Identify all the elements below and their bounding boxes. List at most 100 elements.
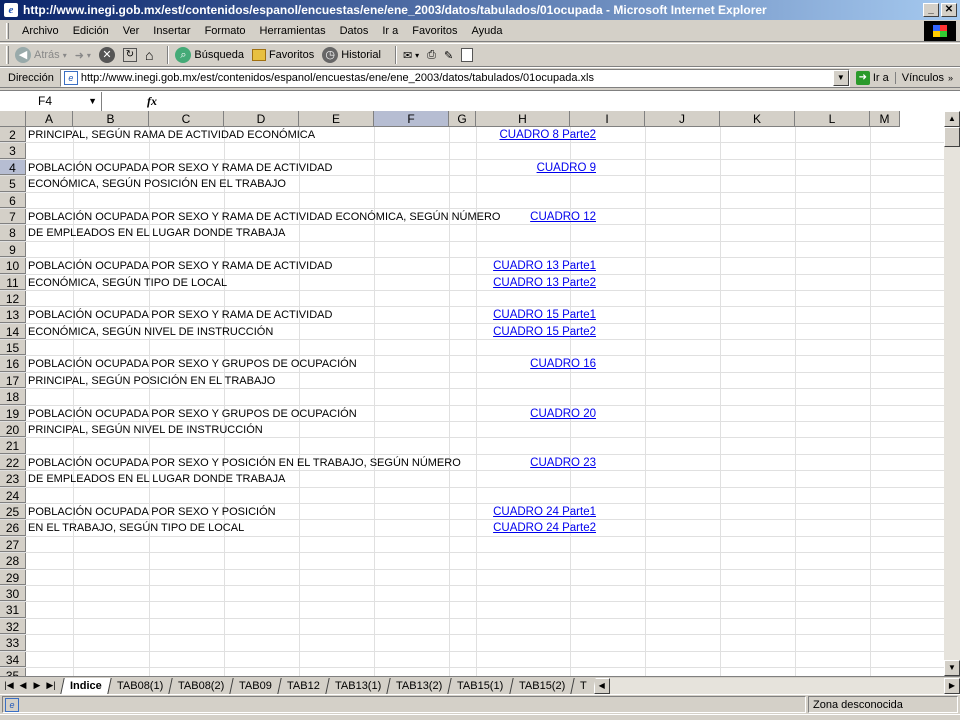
address-input[interactable]: e http://www.inegi.gob.mx/est/contenidos… [59,68,850,87]
mail-button[interactable]: ✉ ▾ [403,49,419,62]
close-button[interactable]: ✕ [941,3,957,17]
next-sheet-icon[interactable]: ▶ [30,680,44,691]
sheet-tab[interactable]: T [570,677,596,694]
row-number[interactable]: 25 [0,503,26,520]
menu-herramientas[interactable]: Herramientas [253,25,333,37]
row-number[interactable]: 33 [0,635,26,651]
cell-text[interactable]: ECONÓMICA, SEGÚN NIVEL DE INSTRUCCIÓN [28,324,273,340]
row-number[interactable]: 3 [0,143,26,159]
column-header[interactable]: G [449,111,476,127]
cuadro-link[interactable]: CUADRO 20 [530,406,596,422]
row-number[interactable]: 26 [0,520,26,536]
cuadro-link[interactable]: CUADRO 16 [530,356,596,372]
sheet-tab[interactable]: TAB15(1) [447,677,513,694]
row-number[interactable]: 32 [0,618,26,635]
cuadro-link[interactable]: CUADRO 15 Parte2 [493,324,596,340]
cuadro-link[interactable]: CUADRO 15 Parte1 [493,307,596,323]
formula-input[interactable] [162,92,960,111]
scroll-down-icon[interactable]: ▼ [944,660,960,676]
select-all-corner[interactable] [0,111,26,127]
row-number[interactable]: 17 [0,372,26,389]
vertical-scrollbar[interactable]: ▲ ▼ [944,111,960,676]
sheet-tab[interactable]: TAB08(1) [107,677,172,694]
cuadro-link[interactable]: CUADRO 24 Parte1 [493,504,596,520]
row-number[interactable]: 27 [0,536,26,553]
sheet-tab-indice[interactable]: Indice [60,677,111,694]
cell-text[interactable]: POBLACIÓN OCUPADA POR SEXO Y RAMA DE ACT… [28,209,500,225]
cuadro-link[interactable]: CUADRO 24 Parte2 [493,520,596,536]
row-number[interactable]: 19 [0,405,26,422]
row-number[interactable]: 34 [0,651,26,667]
row-number[interactable]: 12 [0,290,26,307]
row-number[interactable]: 31 [0,602,26,618]
column-header[interactable]: C [149,111,224,127]
row-number[interactable]: 21 [0,438,26,454]
back-dropdown-icon[interactable]: ▾ [63,51,67,60]
last-sheet-icon[interactable]: ▶| [44,680,58,691]
horizontal-scrollbar[interactable]: ◀ ▶ [593,677,960,694]
row-number[interactable]: 35 [0,667,26,676]
cuadro-link[interactable]: CUADRO 8 Parte2 [499,127,596,143]
column-header[interactable]: D [224,111,299,127]
menu-ayuda[interactable]: Ayuda [464,25,509,37]
menu-edicion[interactable]: Edición [66,25,116,37]
cell-text[interactable]: PRINCIPAL, SEGÚN RAMA DE ACTIVIDAD ECONÓ… [28,127,315,143]
row-number[interactable]: 8 [0,225,26,241]
row-number[interactable]: 20 [0,422,26,438]
row-number[interactable]: 10 [0,258,26,274]
menu-ir-a[interactable]: Ir a [375,25,405,37]
cell-text[interactable]: ECONÓMICA, SEGÚN POSICIÓN EN EL TRABAJO [28,176,286,192]
column-header[interactable]: K [720,111,795,127]
row-number[interactable]: 11 [0,274,26,290]
back-button[interactable]: ◀ Atrás ▾ [15,47,67,63]
scroll-track[interactable] [609,677,944,694]
sheet-tab[interactable]: TAB12 [277,677,329,694]
fx-icon[interactable]: fx [142,94,162,109]
forward-dropdown-icon[interactable]: ▾ [87,51,91,60]
column-header[interactable]: F [374,111,449,127]
cuadro-link[interactable]: CUADRO 12 [530,209,596,225]
address-dropdown-icon[interactable]: ▼ [832,69,849,86]
column-header[interactable]: J [645,111,720,127]
cuadro-link[interactable]: CUADRO 13 Parte2 [493,275,596,291]
menu-formato[interactable]: Formato [198,25,253,37]
menu-favoritos[interactable]: Favoritos [405,25,464,37]
discuss-button[interactable] [461,48,474,62]
row-number[interactable]: 16 [0,356,26,372]
cell-text[interactable]: POBLACIÓN OCUPADA POR SEXO Y GRUPOS DE O… [28,406,357,422]
row-number[interactable]: 28 [0,553,26,569]
row-number[interactable]: 15 [0,340,26,356]
scroll-thumb[interactable] [944,127,960,147]
favorites-button[interactable]: Favoritos [251,49,314,61]
row-number[interactable]: 9 [0,241,26,258]
sheet-tab[interactable]: TAB13(2) [386,677,452,694]
scroll-up-icon[interactable]: ▲ [944,111,960,127]
go-button[interactable]: ➜ Ir a [850,70,895,85]
menu-datos[interactable]: Datos [333,25,376,37]
row-number[interactable]: 2 [0,127,26,143]
sheet-tab[interactable]: TAB13(1) [325,677,390,694]
forward-button[interactable]: ➜ ▾ [75,49,91,62]
column-header[interactable]: A [26,111,73,127]
menu-archivo[interactable]: Archivo [15,25,66,37]
cell-text[interactable]: POBLACIÓN OCUPADA POR SEXO Y POSICIÓN EN… [28,455,461,471]
home-button[interactable]: ⌂ [145,47,153,63]
row-number[interactable]: 18 [0,389,26,405]
column-header[interactable]: M [870,111,900,127]
menu-insertar[interactable]: Insertar [146,25,197,37]
menu-ver[interactable]: Ver [116,25,147,37]
column-header[interactable]: B [73,111,149,127]
history-button[interactable]: ◷ Historial [322,47,381,63]
cell-text[interactable]: EN EL TRABAJO, SEGÚN TIPO DE LOCAL [28,520,244,536]
spreadsheet-grid[interactable]: A B C D E F G H I J K L M 2 PRINCIPAL, SE… [0,111,944,676]
print-button[interactable]: ⎙ [427,49,436,62]
refresh-button[interactable]: ↻ [122,48,137,62]
column-header[interactable]: L [795,111,870,127]
name-box-dropdown-icon[interactable]: ▼ [88,92,97,111]
cell-text[interactable]: POBLACIÓN OCUPADA POR SEXO Y RAMA DE ACT… [28,258,332,274]
edit-button[interactable]: ✎ [444,49,453,62]
stop-button[interactable]: ✕ [98,47,115,63]
scroll-right-icon[interactable]: ▶ [944,677,960,694]
cell-text[interactable]: PRINCIPAL, SEGÚN NIVEL DE INSTRUCCIÓN [28,422,263,438]
row-number[interactable]: 4 [0,159,26,176]
